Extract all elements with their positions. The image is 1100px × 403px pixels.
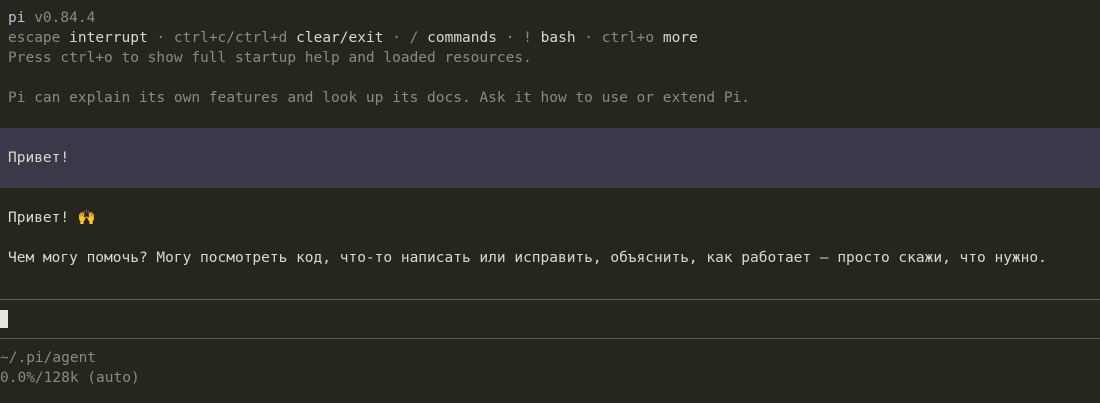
hint-action: commands [427,30,497,46]
assistant-greeting: Привет! 🙌 [8,210,96,226]
hint-separator: · [383,30,410,46]
hint-key: ctrl+o [601,30,655,46]
user-message-block: Привет! [0,128,1100,188]
app-version: v0.84.4 [34,10,96,26]
hint-key: ctrl+c/ctrl+d [173,30,288,46]
intro-text: Pi can explain its own features and look… [8,90,751,106]
hint-action: interrupt [69,30,148,46]
hint-key: escape [8,30,61,46]
prompt-input[interactable] [0,300,1100,338]
hint-separator: · [147,30,174,46]
hint-key: ! [523,30,532,46]
editor-bottom-border [0,338,1100,339]
text-cursor [0,310,8,328]
hint-separator: · [496,30,524,46]
hint-action: more [662,30,698,46]
app-title: pi v0.84.4 [8,8,95,28]
app-name: pi [8,10,26,26]
working-directory: ~/.pi/agent [0,350,97,366]
user-message: Привет! [8,150,70,166]
hint-key: / [409,30,419,46]
startup-note: Press ctrl+o to show full startup help a… [8,50,532,66]
context-usage: 0.0%/128k (auto) [0,370,140,386]
keybinding-hints: escape interrupt · ctrl+c/ctrl+d clear/e… [8,28,698,48]
hint-action: bash [540,30,576,46]
assistant-body: Чем могу помочь? Могу посмотреть код, чт… [8,250,1047,266]
hint-action: clear/exit [296,30,384,46]
hint-separator: · [575,30,602,46]
